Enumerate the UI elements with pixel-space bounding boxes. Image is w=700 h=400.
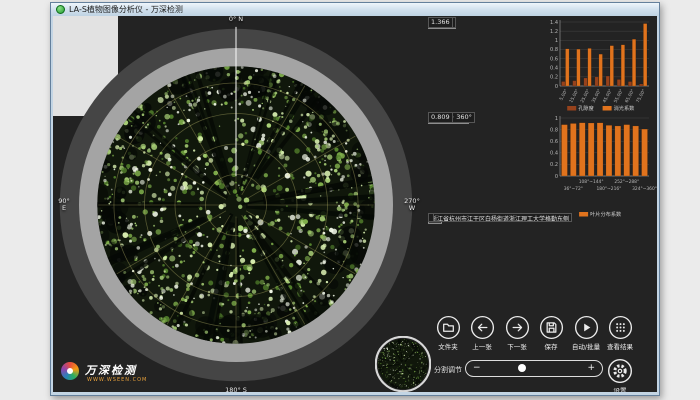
svg-text:36°~72°: 36°~72° [564,186,583,192]
compass-west-label: 270°W [399,198,425,212]
svg-text:0.4: 0.4 [550,66,558,72]
app-icon [56,5,65,14]
svg-text:35.00°: 35.00° [590,88,602,104]
slider-thumb[interactable] [518,364,526,372]
svg-text:65.00°: 65.00° [624,88,636,104]
preview-thumbnail[interactable] [375,336,431,392]
toolbar-button-label: 保存 [534,341,568,351]
folder-button[interactable]: 文件夹 [431,315,465,351]
svg-text:15.00°: 15.00° [568,88,580,104]
svg-text:0.6: 0.6 [550,139,558,145]
svg-text:55.00°: 55.00° [613,88,625,104]
svg-text:0: 0 [555,84,558,90]
toolbar-button-label: 上一张 [465,341,499,351]
table-cell: 浙江省杭州市江干区白杨街道浙江理工大学格勤东侧 [428,213,572,222]
save-icon [539,315,564,340]
slider-minus-button[interactable]: − [473,363,481,373]
svg-text:0.8: 0.8 [550,127,558,133]
table-cell: 0.809 [428,112,453,123]
resolution-slider-label: 分割调节 [434,365,462,375]
svg-text:252°~288°: 252°~288° [614,179,639,185]
view-results-button[interactable]: 查看结果 [603,315,637,351]
svg-text:1.4: 1.4 [550,20,558,26]
svg-text:108°~144°: 108°~144° [579,179,604,185]
app-window: LA-S植物图像分析仪 - 万深检测 0° N 180° S 270°W 90°… [50,2,660,396]
fisheye-image[interactable] [53,22,419,388]
table-cell [428,213,434,222]
svg-text:25.00°: 25.00° [579,88,591,104]
svg-text:0.4: 0.4 [550,151,558,157]
auto-batch-icon [574,315,599,340]
folder-icon [436,315,461,340]
brand-site: WWW.WSEEN.COM [87,377,147,383]
svg-text:75.00°: 75.00° [635,88,647,104]
svg-text:1: 1 [555,116,558,122]
settings-label: 设置 [607,385,633,392]
svg-text:0: 0 [555,174,558,180]
next-image-button[interactable]: 下一张 [500,315,534,351]
svg-text:0.6: 0.6 [550,56,558,62]
compass-east-label: 90°E [55,198,73,212]
toolbar-button-label: 自动/批量 [569,341,603,351]
svg-text:0.2: 0.2 [550,75,558,81]
brand-name: 万深检测 [85,362,137,378]
desktop: LA-S植物图像分析仪 - 万深检测 0° N 180° S 270°W 90°… [0,0,700,400]
window-title: LA-S植物图像分析仪 - 万深检测 [69,4,183,15]
slider-plus-button[interactable]: + [587,363,595,373]
svg-text:180°~216°: 180°~216° [597,186,622,192]
svg-text:5.00°: 5.00° [558,88,569,101]
svg-text:0.2: 0.2 [550,162,558,168]
compass-south-label: 180° S [213,387,259,392]
view-results-icon [608,315,633,340]
leaf-distribution-chart: 0 0.2 0.4 0.6 0.8 1 36°~72°108°~144°180°~216°2… [547,112,651,224]
svg-text:孔隙度: 孔隙度 [578,104,594,112]
wseen-logo-icon [61,362,79,380]
segmentation-slider[interactable]: − + [465,360,603,377]
save-button[interactable]: 保存 [534,315,568,351]
prev-icon [470,315,495,340]
svg-text:0.8: 0.8 [550,47,558,53]
porosity-extinction-chart: 0 0.2 0.4 0.6 0.8 1 1.2 1.4 5.00°15.00°25.00°35.… [547,16,651,116]
toolbar-button-label: 下一张 [500,341,534,351]
table-cell: 1.366 [428,17,453,28]
toolbar-button-label: 查看结果 [603,341,637,351]
brand-logo: 万深检测 WWW.WSEEN.COM [61,360,191,390]
toolbar-button-label: 文件夹 [431,341,465,351]
svg-text:叶片分布系数: 叶片分布系数 [590,210,622,218]
svg-text:1: 1 [555,38,558,44]
svg-text:1.2: 1.2 [550,29,558,35]
gear-icon [607,358,633,384]
compass-north-label: 0° N [213,16,259,23]
auto-batch-button[interactable]: 自动/批量 [569,315,603,351]
svg-text:消光系数: 消光系数 [614,104,636,112]
next-icon [505,315,530,340]
title-bar[interactable]: LA-S植物图像分析仪 - 万深检测 [51,3,659,16]
svg-text:324°~360°: 324°~360° [632,186,657,192]
svg-text:45.00°: 45.00° [602,88,614,104]
client-area: 0° N 180° S 270°W 90°E 天顶角孔隙度消光系数5.00°0.… [53,16,657,392]
previous-image-button[interactable]: 上一张 [465,315,499,351]
settings-button[interactable]: 设置 [607,358,633,392]
